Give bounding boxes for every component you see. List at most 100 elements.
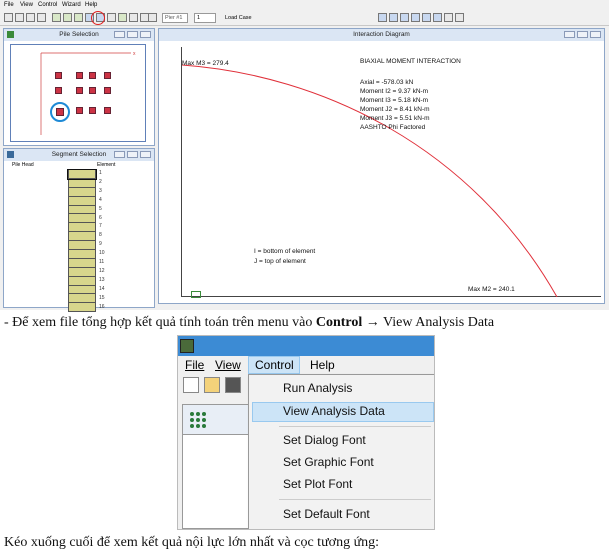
zoom-fit-icon[interactable] — [400, 13, 409, 22]
menu-item-set-default-font[interactable]: Set Default Font — [283, 507, 370, 521]
control-dropdown-menu: Run Analysis View Analysis Data Set Dial… — [248, 374, 434, 529]
load-case-input[interactable]: 1 — [194, 13, 216, 23]
element-number: 13 — [99, 276, 105, 283]
element-number: 12 — [99, 267, 105, 274]
menu-wizard[interactable]: Wizard — [62, 2, 81, 8]
menu-control[interactable]: Control — [38, 2, 57, 8]
minimize-icon[interactable] — [114, 151, 125, 158]
element-number: 14 — [99, 285, 105, 292]
new-file-icon[interactable] — [4, 13, 13, 22]
chart-icon[interactable] — [118, 13, 127, 22]
save-icon[interactable] — [26, 13, 35, 22]
pile[interactable] — [89, 107, 96, 114]
segment-cell[interactable] — [68, 303, 96, 313]
diagram-window-controls — [564, 31, 601, 38]
segment-cell[interactable] — [68, 276, 96, 286]
close-icon[interactable] — [140, 151, 151, 158]
pile-tool-icon[interactable] — [52, 13, 61, 22]
axial-value: Axial = -578.03 kN — [360, 79, 414, 86]
segment-cell[interactable] — [68, 250, 96, 259]
menu-item-view-analysis-data[interactable]: View Analysis Data — [283, 404, 385, 418]
pile[interactable] — [104, 87, 111, 94]
minimize-icon[interactable] — [564, 31, 575, 38]
child-window — [182, 404, 252, 529]
minimize-icon[interactable] — [114, 31, 125, 38]
open-folder-icon[interactable] — [204, 377, 220, 393]
pile[interactable] — [89, 87, 96, 94]
pile[interactable] — [104, 107, 111, 114]
factored-note: AASHTO Phi Factored — [360, 124, 426, 131]
font-icon[interactable] — [148, 13, 157, 22]
diagram-heading: BIAXIAL MOMENT INTERACTION — [360, 58, 461, 65]
results-icon[interactable] — [107, 13, 116, 22]
element-number: 16 — [99, 303, 105, 310]
segment-cell[interactable] — [68, 232, 96, 242]
segment-cell[interactable] — [68, 196, 96, 206]
close-icon[interactable] — [140, 31, 151, 38]
segment-cell[interactable] — [68, 205, 96, 215]
segment-column[interactable] — [67, 169, 97, 313]
menu-item-set-dialog-font[interactable]: Set Dialog Font — [283, 433, 366, 447]
pile[interactable] — [76, 107, 83, 114]
segment-window-controls — [114, 151, 151, 158]
menu-file[interactable]: File — [182, 358, 207, 374]
max-m2-label: Max M2 = 240.1 — [468, 286, 515, 293]
view-icon[interactable] — [422, 13, 431, 22]
menu-bar: File View Control Help — [178, 356, 434, 374]
pile[interactable] — [55, 72, 62, 79]
edit-tool-icon[interactable] — [63, 13, 72, 22]
display-icon[interactable] — [455, 13, 464, 22]
pier-select[interactable]: Pier #1 — [162, 13, 188, 23]
open-folder-icon[interactable] — [15, 13, 24, 22]
menu-view[interactable]: View — [212, 358, 244, 374]
segment-cell[interactable] — [67, 169, 97, 180]
child-window-header — [183, 405, 251, 435]
segment-cell[interactable] — [68, 294, 96, 304]
segment-cell[interactable] — [68, 267, 96, 277]
interaction-diagram-window: Interaction Diagram Max M3 = 279.4 BIAXI… — [158, 28, 605, 304]
menu-help[interactable]: Help — [85, 2, 97, 8]
rotate-icon[interactable] — [411, 13, 420, 22]
maximize-icon[interactable] — [577, 31, 588, 38]
print-icon[interactable] — [37, 13, 46, 22]
soil-tool-icon[interactable] — [74, 13, 83, 22]
menu-help[interactable]: Help — [307, 358, 338, 374]
pan-icon[interactable] — [444, 13, 453, 22]
save-icon[interactable] — [225, 377, 241, 393]
pile[interactable] — [76, 72, 83, 79]
segment-cell[interactable] — [68, 258, 96, 268]
menu-item-run-analysis[interactable]: Run Analysis — [283, 381, 352, 395]
pile[interactable] — [55, 87, 62, 94]
segment-cell[interactable] — [68, 214, 96, 224]
element-number: 6 — [99, 214, 102, 221]
menu-item-set-plot-font[interactable]: Set Plot Font — [283, 477, 352, 491]
new-file-icon[interactable] — [183, 377, 199, 393]
load-case-label: Load Case — [225, 15, 252, 21]
segment-cell[interactable] — [68, 285, 96, 295]
segment-cell[interactable] — [68, 178, 96, 188]
menu-item-set-graphic-font[interactable]: Set Graphic Font — [283, 455, 374, 469]
highlight-circle — [91, 11, 105, 25]
menu-file[interactable]: File — [4, 2, 14, 8]
pile[interactable] — [89, 72, 96, 79]
menu-view[interactable]: View — [20, 2, 33, 8]
maximize-icon[interactable] — [127, 31, 138, 38]
zoom-out-icon[interactable] — [389, 13, 398, 22]
menu-control[interactable]: Control — [252, 358, 297, 374]
zoom-in-icon[interactable] — [378, 13, 387, 22]
axis-icon[interactable] — [433, 13, 442, 22]
table-icon[interactable] — [129, 13, 138, 22]
segment-cell[interactable] — [68, 223, 96, 233]
close-icon[interactable] — [590, 31, 601, 38]
pile[interactable] — [76, 87, 83, 94]
element-number: 5 — [99, 205, 102, 212]
pile[interactable] — [104, 72, 111, 79]
app-title-bar — [178, 336, 434, 356]
pile-plan-view[interactable]: x — [10, 44, 146, 142]
segment-cell[interactable] — [68, 187, 96, 197]
app-window: File View Control Wizard Help Pier #1 1 … — [0, 0, 609, 313]
pile-group-icon — [189, 411, 207, 429]
segment-cell[interactable] — [68, 241, 96, 251]
maximize-icon[interactable] — [127, 151, 138, 158]
pile-window-icon — [7, 31, 14, 38]
